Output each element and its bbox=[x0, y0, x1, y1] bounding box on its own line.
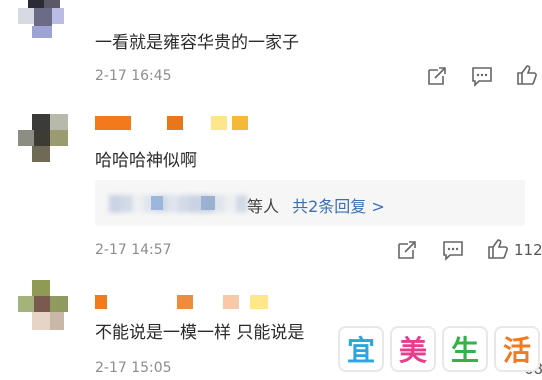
watermark-char: 生 bbox=[442, 326, 488, 372]
view-replies-link[interactable]: 共2条回复 > bbox=[292, 197, 385, 216]
reply-tail-text: 等人 bbox=[247, 197, 280, 216]
comment-time: 2-17 14:57 bbox=[95, 242, 172, 258]
blurred-reply-usernames: █▓░▒▓▒▓██▒░▓ bbox=[109, 195, 248, 213]
repost-icon[interactable] bbox=[425, 64, 449, 88]
like-count: 112 bbox=[514, 241, 542, 259]
watermark-char: 活 bbox=[494, 326, 540, 372]
watermark-char: 美 bbox=[390, 326, 436, 372]
comment-text: 一看就是雍容华贵的一家子 bbox=[95, 33, 299, 53]
comment-text: 不能说是一模一样 只能说是 bbox=[95, 323, 305, 343]
watermark-char: 宜 bbox=[338, 326, 384, 372]
repost-icon[interactable] bbox=[395, 238, 419, 262]
like-icon[interactable] bbox=[486, 237, 510, 261]
username[interactable] bbox=[95, 116, 254, 132]
watermark-logo: 宜 美 生 活 bbox=[338, 326, 540, 372]
comment-time: 2-17 16:45 bbox=[95, 68, 172, 84]
avatar[interactable] bbox=[18, 280, 68, 330]
comment-icon[interactable] bbox=[470, 64, 494, 88]
avatar[interactable] bbox=[18, 114, 68, 164]
replies-preview[interactable]: █▓░▒▓▒▓██▒░▓ 等人 共2条回复 > bbox=[95, 180, 525, 226]
comment-icon[interactable] bbox=[441, 238, 465, 262]
comment-time: 2-17 15:05 bbox=[95, 360, 172, 376]
avatar[interactable] bbox=[18, 0, 68, 42]
like-icon[interactable] bbox=[515, 63, 539, 87]
username[interactable] bbox=[95, 295, 274, 311]
comment-text: 哈哈哈神似啊 bbox=[95, 151, 197, 171]
